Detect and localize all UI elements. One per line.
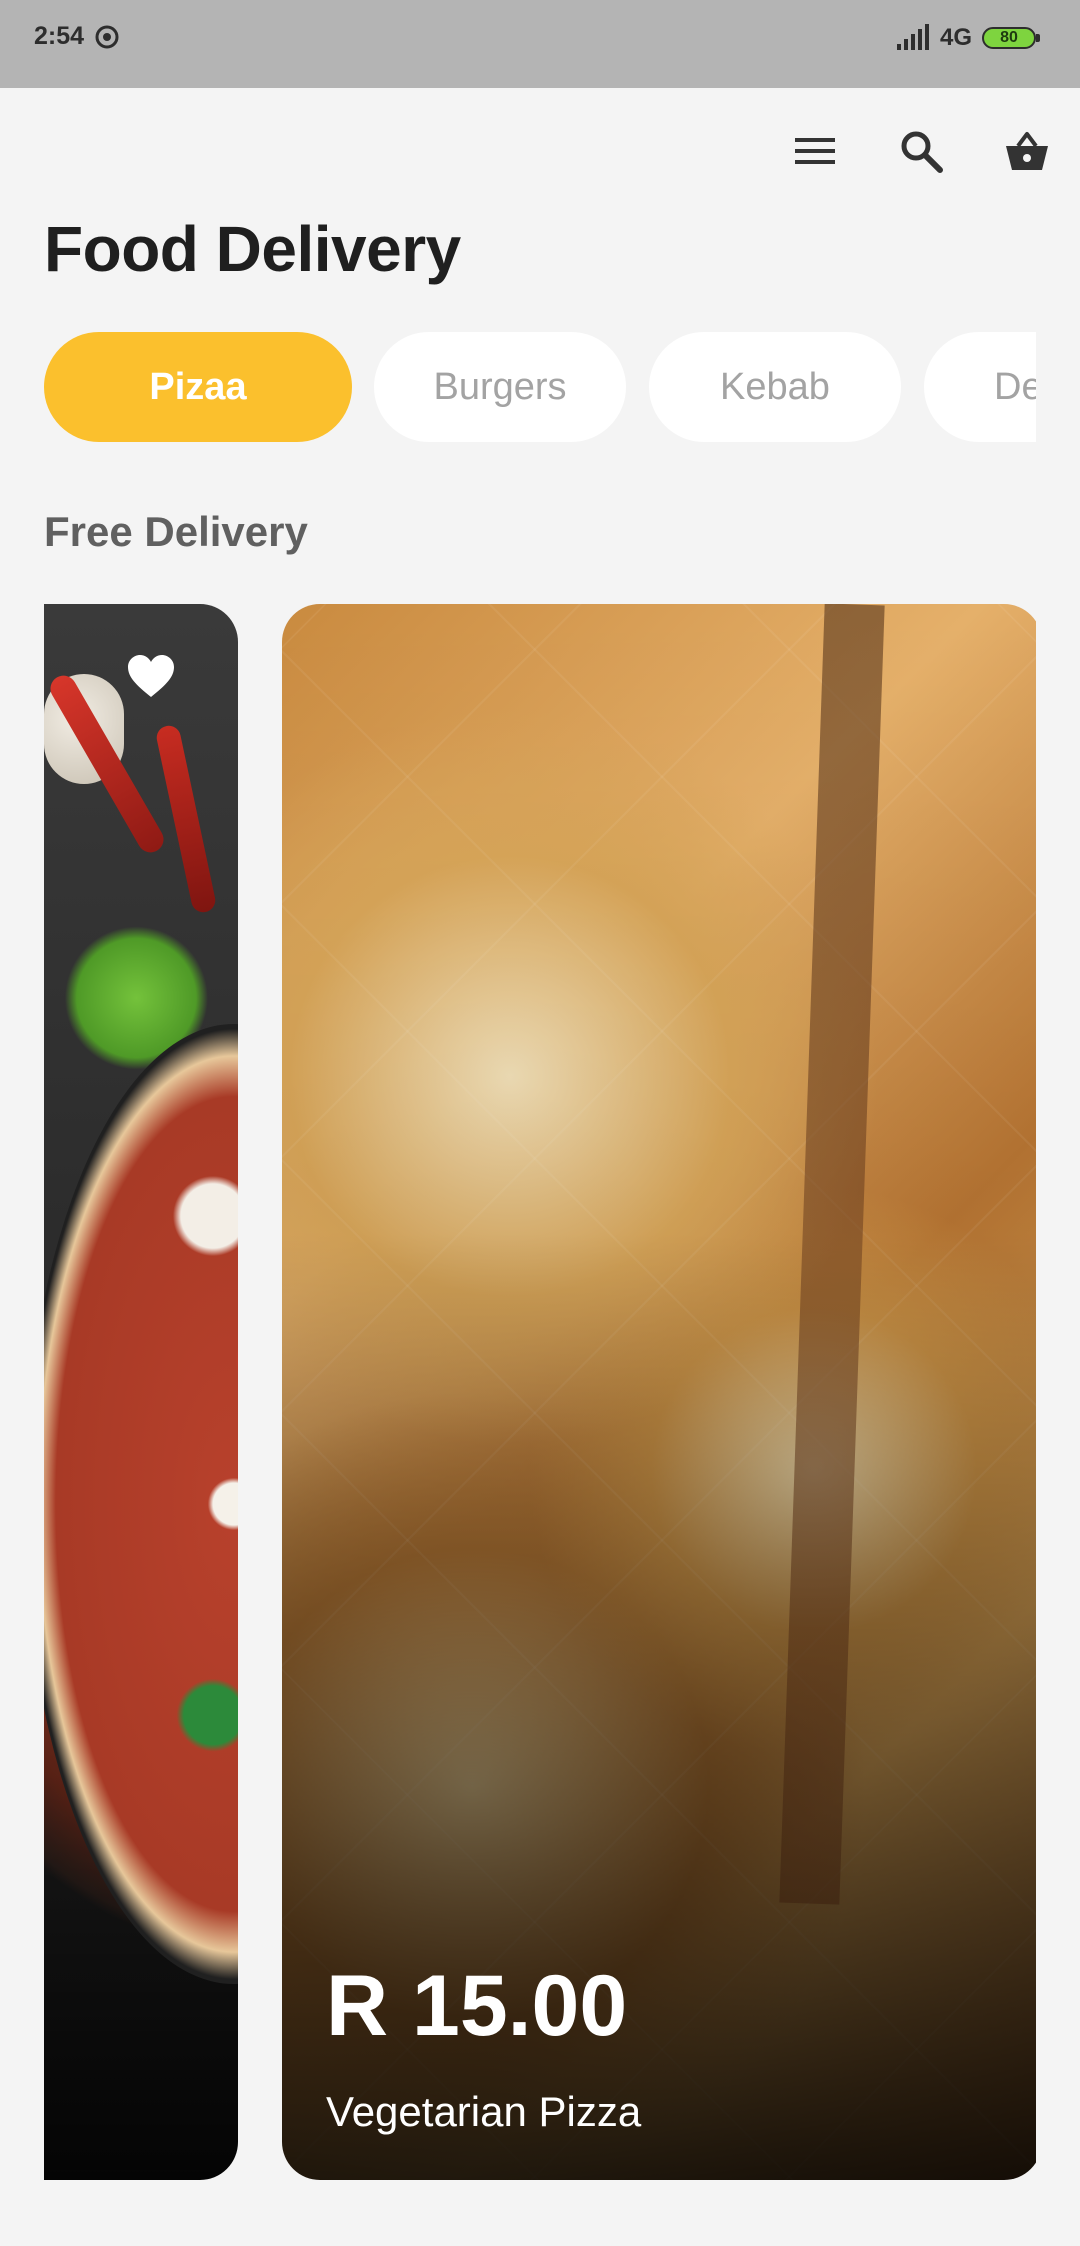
food-image (779, 604, 885, 1905)
menu-icon (795, 138, 835, 164)
food-card-partial[interactable] (44, 604, 238, 2180)
food-carousel[interactable]: R 15.00 Vegetarian Pizza (44, 604, 1036, 2180)
menu-button[interactable] (788, 124, 842, 178)
category-tabs: Pizaa Burgers Kebab De (44, 332, 1036, 444)
signal-icon (896, 24, 929, 50)
status-bar: 2:54 4G 80 (0, 0, 1080, 88)
status-indicators: 4G 80 (896, 22, 1040, 54)
category-chip-burgers[interactable]: Burgers (374, 332, 626, 442)
category-chip-partial[interactable]: De (924, 332, 1036, 442)
food-name: Vegetarian Pizza (326, 2088, 642, 2135)
search-icon (901, 131, 943, 173)
food-price: R 15.00 (326, 1958, 628, 2054)
page-title: Food Delivery (44, 213, 461, 285)
basket-button[interactable] (1000, 124, 1054, 178)
basket-icon (1006, 132, 1048, 170)
network-type: 4G (939, 24, 972, 51)
heart-icon[interactable] (126, 652, 176, 702)
category-chip-pizaa[interactable]: Pizaa (44, 332, 352, 442)
status-time: 2:54 (34, 22, 85, 50)
battery-icon: 80 (982, 27, 1040, 49)
section-title: Free Delivery (44, 508, 308, 555)
search-button[interactable] (894, 124, 948, 178)
food-card[interactable]: R 15.00 Vegetarian Pizza (282, 604, 1036, 2180)
category-chip-kebab[interactable]: Kebab (649, 332, 901, 442)
sync-icon (95, 25, 119, 49)
